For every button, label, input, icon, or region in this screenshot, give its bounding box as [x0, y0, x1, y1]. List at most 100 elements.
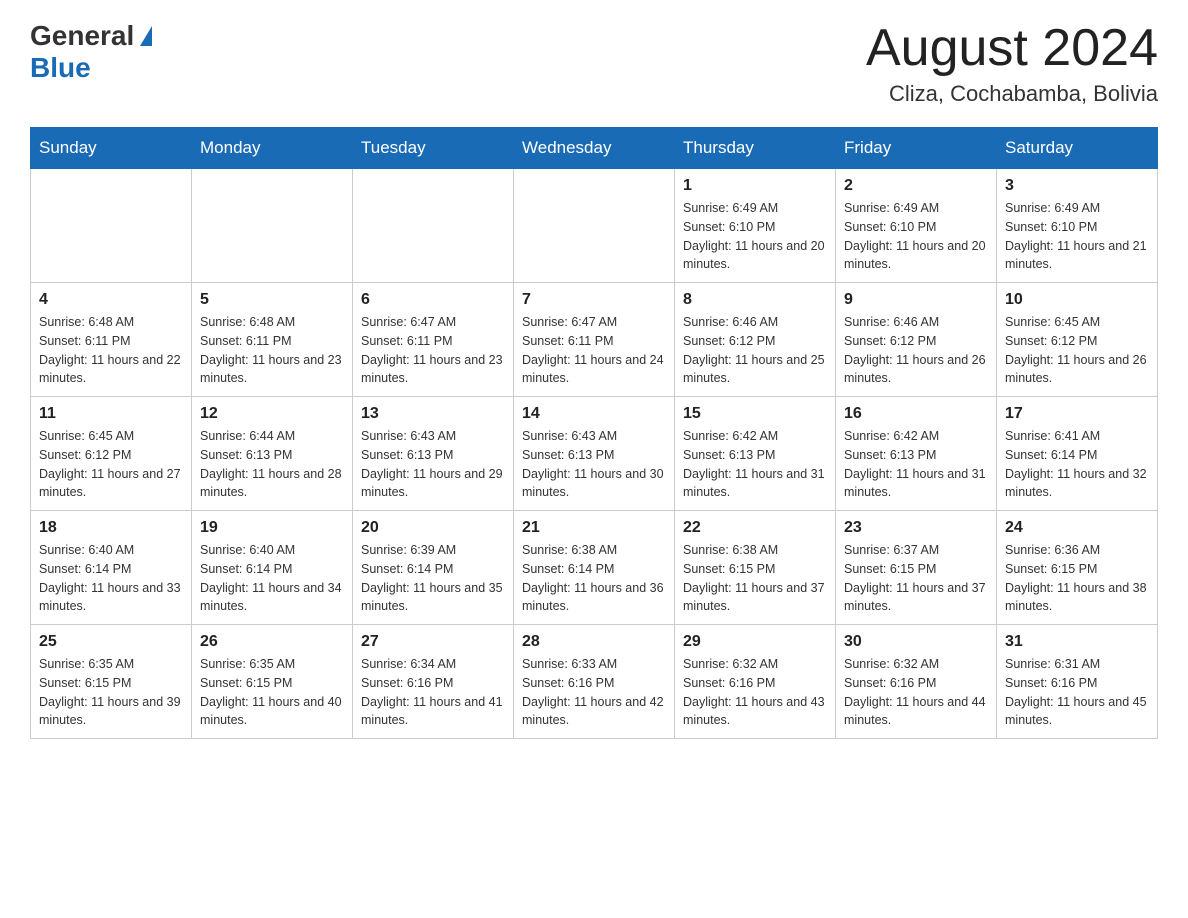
table-row: 9 Sunrise: 6:46 AM Sunset: 6:12 PM Daylig…	[836, 283, 997, 397]
day-info: Sunrise: 6:31 AM Sunset: 6:16 PM Dayligh…	[1005, 655, 1149, 730]
day-info: Sunrise: 6:40 AM Sunset: 6:14 PM Dayligh…	[39, 541, 183, 616]
table-row: 6Sunrise: 6:47 AM Sunset: 6:11 PM Daylig…	[353, 283, 514, 397]
calendar-week-row: 4Sunrise: 6:48 AM Sunset: 6:11 PM Daylig…	[31, 283, 1158, 397]
table-row: 27 Sunrise: 6:34 AM Sunset: 6:16 PM Dayli…	[353, 625, 514, 739]
day-info: Sunrise: 6:35 AM Sunset: 6:15 PM Dayligh…	[39, 655, 183, 730]
day-info: Sunrise: 6:41 AM Sunset: 6:14 PM Dayligh…	[1005, 427, 1149, 502]
table-row: 22Sunrise: 6:38 AM Sunset: 6:15 PM Dayli…	[675, 511, 836, 625]
day-number: 9	[844, 291, 988, 309]
day-info: Sunrise: 6:43 AM Sunset: 6:13 PM Dayligh…	[361, 427, 505, 502]
day-info: Sunrise: 6:32 AM Sunset: 6:16 PM Dayligh…	[844, 655, 988, 730]
table-row	[31, 169, 192, 283]
day-info: Sunrise: 6:38 AM Sunset: 6:15 PM Dayligh…	[683, 541, 827, 616]
table-row: 26 Sunrise: 6:35 AM Sunset: 6:15 PM Dayli…	[192, 625, 353, 739]
table-row: 3Sunrise: 6:49 AM Sunset: 6:10 PM Daylig…	[997, 169, 1158, 283]
day-info: Sunrise: 6:43 AM Sunset: 6:13 PM Dayligh…	[522, 427, 666, 502]
table-row	[514, 169, 675, 283]
logo-blue-text: Blue	[30, 52, 91, 84]
day-info: Sunrise: 6:33 AM Sunset: 6:16 PM Dayligh…	[522, 655, 666, 730]
day-info: Sunrise: 6:49 AM Sunset: 6:10 PM Dayligh…	[844, 199, 988, 274]
day-info: Sunrise: 6:38 AM Sunset: 6:14 PM Dayligh…	[522, 541, 666, 616]
location-subtitle: Cliza, Cochabamba, Bolivia	[866, 81, 1158, 107]
day-info: Sunrise: 6:47 AM Sunset: 6:11 PM Dayligh…	[522, 313, 666, 388]
table-row: 15 Sunrise: 6:42 AM Sunset: 6:13 PM Dayli…	[675, 397, 836, 511]
header-sunday: Sunday	[31, 128, 192, 169]
day-info: Sunrise: 6:36 AM Sunset: 6:15 PM Dayligh…	[1005, 541, 1149, 616]
header-monday: Monday	[192, 128, 353, 169]
day-info: Sunrise: 6:45 AM Sunset: 6:12 PM Dayligh…	[39, 427, 183, 502]
table-row: 13 Sunrise: 6:43 AM Sunset: 6:13 PM Dayli…	[353, 397, 514, 511]
header-wednesday: Wednesday	[514, 128, 675, 169]
day-info: Sunrise: 6:32 AM Sunset: 6:16 PM Dayligh…	[683, 655, 827, 730]
day-info: Sunrise: 6:40 AM Sunset: 6:14 PM Dayligh…	[200, 541, 344, 616]
table-row: 25 Sunrise: 6:35 AM Sunset: 6:15 PM Dayli…	[31, 625, 192, 739]
day-number: 14	[522, 405, 666, 423]
day-info: Sunrise: 6:46 AM Sunset: 6:12 PM Dayligh…	[844, 313, 988, 388]
table-row: 19 Sunrise: 6:40 AM Sunset: 6:14 PM Dayli…	[192, 511, 353, 625]
table-row: 4Sunrise: 6:48 AM Sunset: 6:11 PM Daylig…	[31, 283, 192, 397]
table-row: 18 Sunrise: 6:40 AM Sunset: 6:14 PM Dayli…	[31, 511, 192, 625]
table-row: 5Sunrise: 6:48 AM Sunset: 6:11 PM Daylig…	[192, 283, 353, 397]
day-number: 15	[683, 405, 827, 423]
day-number: 26	[200, 633, 344, 651]
table-row	[353, 169, 514, 283]
day-number: 29	[683, 633, 827, 651]
day-number: 11	[39, 405, 183, 423]
day-number: 25	[39, 633, 183, 651]
day-info: Sunrise: 6:37 AM Sunset: 6:15 PM Dayligh…	[844, 541, 988, 616]
day-info: Sunrise: 6:39 AM Sunset: 6:14 PM Dayligh…	[361, 541, 505, 616]
header-tuesday: Tuesday	[353, 128, 514, 169]
day-number: 19	[200, 519, 344, 537]
table-row: 1Sunrise: 6:49 AM Sunset: 6:10 PM Daylig…	[675, 169, 836, 283]
table-row: 8 Sunrise: 6:46 AM Sunset: 6:12 PM Daylig…	[675, 283, 836, 397]
day-number: 13	[361, 405, 505, 423]
day-number: 18	[39, 519, 183, 537]
day-info: Sunrise: 6:35 AM Sunset: 6:15 PM Dayligh…	[200, 655, 344, 730]
day-number: 31	[1005, 633, 1149, 651]
day-number: 24	[1005, 519, 1149, 537]
table-row: 30 Sunrise: 6:32 AM Sunset: 6:16 PM Dayli…	[836, 625, 997, 739]
month-year-title: August 2024	[866, 20, 1158, 77]
day-number: 2	[844, 177, 988, 195]
day-info: Sunrise: 6:49 AM Sunset: 6:10 PM Dayligh…	[1005, 199, 1149, 274]
page-header: General Blue August 2024 Cliza, Cochabam…	[30, 20, 1158, 107]
day-number: 10	[1005, 291, 1149, 309]
calendar-table: Sunday Monday Tuesday Wednesday Thursday…	[30, 127, 1158, 739]
day-info: Sunrise: 6:44 AM Sunset: 6:13 PM Dayligh…	[200, 427, 344, 502]
day-number: 21	[522, 519, 666, 537]
day-number: 27	[361, 633, 505, 651]
day-number: 5	[200, 291, 344, 309]
day-number: 7	[522, 291, 666, 309]
day-number: 30	[844, 633, 988, 651]
table-row: 14 Sunrise: 6:43 AM Sunset: 6:13 PM Dayli…	[514, 397, 675, 511]
table-row: 28 Sunrise: 6:33 AM Sunset: 6:16 PM Dayli…	[514, 625, 675, 739]
logo-general-text: General	[30, 20, 134, 52]
calendar-header-row: Sunday Monday Tuesday Wednesday Thursday…	[31, 128, 1158, 169]
table-row: 29 Sunrise: 6:32 AM Sunset: 6:16 PM Dayli…	[675, 625, 836, 739]
logo: General Blue	[30, 20, 152, 84]
table-row: 20 Sunrise: 6:39 AM Sunset: 6:14 PM Dayli…	[353, 511, 514, 625]
day-info: Sunrise: 6:48 AM Sunset: 6:11 PM Dayligh…	[39, 313, 183, 388]
table-row: 21 Sunrise: 6:38 AM Sunset: 6:14 PM Dayli…	[514, 511, 675, 625]
calendar-week-row: 11 Sunrise: 6:45 AM Sunset: 6:12 PM Dayli…	[31, 397, 1158, 511]
day-number: 23	[844, 519, 988, 537]
day-number: 12	[200, 405, 344, 423]
header-friday: Friday	[836, 128, 997, 169]
table-row: 7 Sunrise: 6:47 AM Sunset: 6:11 PM Daylig…	[514, 283, 675, 397]
table-row: 23 Sunrise: 6:37 AM Sunset: 6:15 PM Dayli…	[836, 511, 997, 625]
header-thursday: Thursday	[675, 128, 836, 169]
calendar-week-row: 18 Sunrise: 6:40 AM Sunset: 6:14 PM Dayli…	[31, 511, 1158, 625]
table-row: 11 Sunrise: 6:45 AM Sunset: 6:12 PM Dayli…	[31, 397, 192, 511]
day-number: 16	[844, 405, 988, 423]
day-info: Sunrise: 6:49 AM Sunset: 6:10 PM Dayligh…	[683, 199, 827, 274]
table-row: 12 Sunrise: 6:44 AM Sunset: 6:13 PM Dayli…	[192, 397, 353, 511]
day-number: 8	[683, 291, 827, 309]
day-info: Sunrise: 6:47 AM Sunset: 6:11 PM Dayligh…	[361, 313, 505, 388]
day-number: 20	[361, 519, 505, 537]
day-number: 28	[522, 633, 666, 651]
table-row: 17Sunrise: 6:41 AM Sunset: 6:14 PM Dayli…	[997, 397, 1158, 511]
title-section: August 2024 Cliza, Cochabamba, Bolivia	[866, 20, 1158, 107]
day-info: Sunrise: 6:46 AM Sunset: 6:12 PM Dayligh…	[683, 313, 827, 388]
day-info: Sunrise: 6:34 AM Sunset: 6:16 PM Dayligh…	[361, 655, 505, 730]
day-info: Sunrise: 6:42 AM Sunset: 6:13 PM Dayligh…	[683, 427, 827, 502]
